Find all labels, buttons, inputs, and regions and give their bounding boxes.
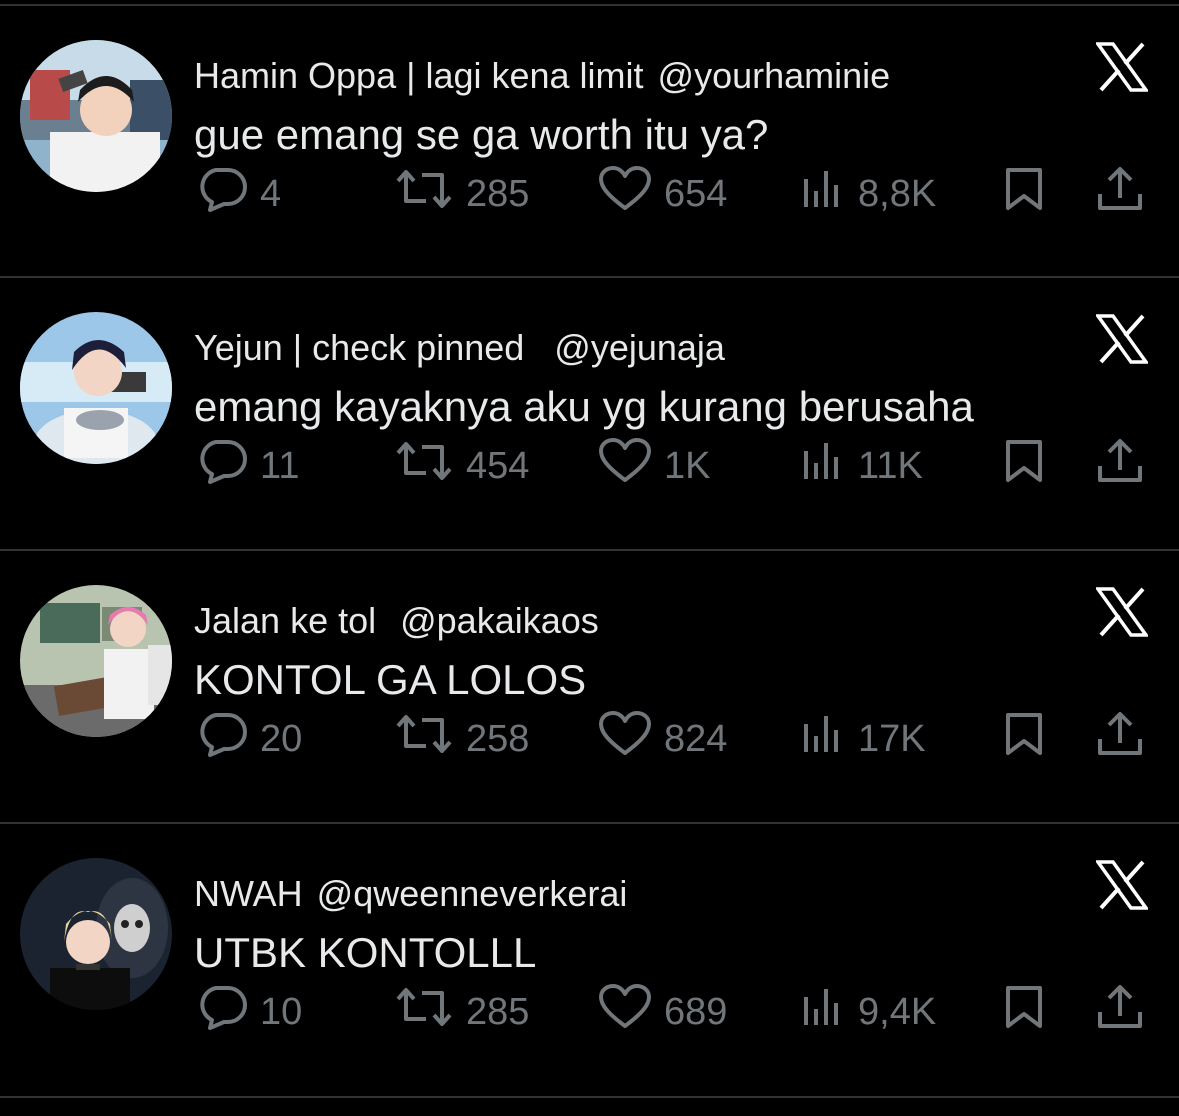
- display-name[interactable]: Yejun | check pinned: [194, 327, 524, 368]
- bookmark-icon: [1002, 984, 1046, 1040]
- bookmark-button[interactable]: [1002, 436, 1046, 496]
- tweet-text: gue emang se ga worth itu ya?: [194, 111, 769, 158]
- reply-count: 11: [260, 444, 300, 487]
- display-name[interactable]: Jalan ke tol: [194, 600, 376, 641]
- reply-icon: [196, 166, 248, 222]
- display-name[interactable]: NWAH: [194, 873, 303, 914]
- retweet-icon: [394, 439, 454, 493]
- reply-count: 20: [260, 717, 303, 760]
- tweet[interactable]: Yejun | check pinned @yejunaja emang kaya…: [0, 276, 1179, 548]
- retweet-icon: [394, 712, 454, 766]
- heart-icon: [598, 438, 652, 494]
- tweet-header: NWAH @qweenneverkerai: [194, 870, 627, 918]
- reply-button[interactable]: 4: [196, 164, 281, 224]
- reply-button[interactable]: 11: [196, 436, 299, 496]
- share-icon: [1096, 438, 1144, 494]
- user-handle[interactable]: @yejunaja: [554, 327, 725, 368]
- retweet-button[interactable]: 285: [394, 164, 529, 224]
- avatar[interactable]: [20, 312, 172, 464]
- tweet-text: KONTOL GA LOLOS: [194, 656, 587, 703]
- views-button[interactable]: 11K: [802, 436, 923, 496]
- like-button[interactable]: 824: [598, 709, 727, 769]
- heart-icon: [598, 984, 652, 1040]
- share-icon: [1096, 166, 1144, 222]
- tweet-feed: Hamin Oppa | lagi kena limit @yourhaminie…: [0, 0, 1179, 1116]
- like-button[interactable]: 1K: [598, 436, 710, 496]
- reply-count: 4: [260, 172, 282, 215]
- x-logo-icon: [1094, 314, 1150, 364]
- bookmark-icon: [1002, 438, 1046, 494]
- tweet-text: UTBK KONTOLLL: [194, 929, 537, 976]
- reply-icon: [196, 438, 248, 494]
- views-icon: [802, 167, 846, 221]
- divider: [0, 1096, 1179, 1098]
- retweet-button[interactable]: 285: [394, 982, 529, 1042]
- like-count: 824: [664, 717, 728, 760]
- views-icon: [802, 985, 846, 1039]
- retweet-count: 258: [466, 717, 530, 760]
- tweet[interactable]: Jalan ke tol @pakaikaos KONTOL GA LOLOS 2…: [0, 549, 1179, 821]
- share-button[interactable]: [1096, 982, 1144, 1042]
- like-button[interactable]: 654: [598, 164, 727, 224]
- retweet-button[interactable]: 258: [394, 709, 529, 769]
- share-button[interactable]: [1096, 164, 1144, 224]
- bookmark-button[interactable]: [1002, 982, 1046, 1042]
- retweet-count: 454: [466, 444, 530, 487]
- x-logo-icon: [1094, 860, 1150, 910]
- like-count: 689: [664, 990, 728, 1033]
- views-icon: [802, 712, 846, 766]
- tweet[interactable]: NWAH @qweenneverkerai UTBK KONTOLLL 10 28…: [0, 822, 1179, 1094]
- views-button[interactable]: 17K: [802, 709, 926, 769]
- share-button[interactable]: [1096, 709, 1144, 769]
- tweet[interactable]: Hamin Oppa | lagi kena limit @yourhaminie…: [0, 4, 1179, 276]
- retweet-icon: [394, 167, 454, 221]
- retweet-count: 285: [466, 990, 530, 1033]
- bookmark-icon: [1002, 711, 1046, 767]
- user-handle[interactable]: @qweenneverkerai: [317, 873, 628, 914]
- like-button[interactable]: 689: [598, 982, 727, 1042]
- share-icon: [1096, 711, 1144, 767]
- avatar[interactable]: [20, 585, 172, 737]
- reply-icon: [196, 984, 248, 1040]
- retweet-count: 285: [466, 172, 530, 215]
- x-logo-icon: [1094, 42, 1150, 92]
- avatar[interactable]: [20, 858, 172, 1010]
- retweet-button[interactable]: 454: [394, 436, 529, 496]
- heart-icon: [598, 166, 652, 222]
- like-count: 654: [664, 172, 728, 215]
- tweet-header: Yejun | check pinned @yejunaja: [194, 324, 725, 372]
- tweet-header: Jalan ke tol @pakaikaos: [194, 597, 599, 645]
- tweet-text: emang kayaknya aku yg kurang berusaha: [194, 383, 974, 430]
- user-handle[interactable]: @yourhaminie: [658, 55, 891, 96]
- like-count: 1K: [664, 444, 711, 487]
- share-icon: [1096, 984, 1144, 1040]
- bookmark-icon: [1002, 166, 1046, 222]
- reply-button[interactable]: 20: [196, 709, 302, 769]
- reply-icon: [196, 711, 248, 767]
- view-count: 17K: [858, 717, 926, 760]
- retweet-icon: [394, 985, 454, 1039]
- views-button[interactable]: 8,8K: [802, 164, 936, 224]
- heart-icon: [598, 711, 652, 767]
- share-button[interactable]: [1096, 436, 1144, 496]
- views-icon: [802, 439, 846, 493]
- avatar[interactable]: [20, 40, 172, 192]
- view-count: 9,4K: [858, 990, 937, 1033]
- reply-count: 10: [260, 990, 303, 1033]
- bookmark-button[interactable]: [1002, 164, 1046, 224]
- views-button[interactable]: 9,4K: [802, 982, 936, 1042]
- view-count: 11K: [858, 444, 923, 487]
- reply-button[interactable]: 10: [196, 982, 302, 1042]
- view-count: 8,8K: [858, 172, 937, 215]
- bookmark-button[interactable]: [1002, 709, 1046, 769]
- display-name[interactable]: Hamin Oppa | lagi kena limit: [194, 55, 644, 96]
- user-handle[interactable]: @pakaikaos: [400, 600, 599, 641]
- tweet-header: Hamin Oppa | lagi kena limit @yourhaminie: [194, 52, 890, 100]
- x-logo-icon: [1094, 587, 1150, 637]
